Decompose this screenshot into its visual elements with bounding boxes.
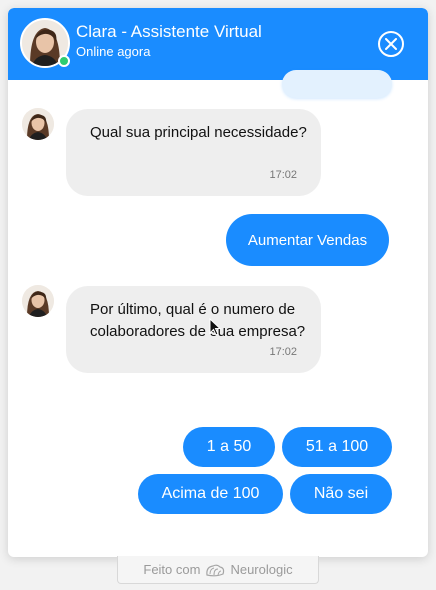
chat-window: Clara - Assistente Virtual Online agora … [8, 8, 428, 557]
neurologic-logo-icon [206, 564, 225, 576]
bot-message: Qual sua principal necessidade? 17:02 [66, 109, 321, 196]
assistant-status: Online agora [76, 44, 151, 59]
bot-message-avatar [22, 285, 54, 317]
message-timestamp: 17:02 [269, 169, 297, 181]
user-message-text: Aumentar Vendas [247, 231, 368, 249]
online-status-icon [58, 55, 70, 67]
assistant-name: Clara - Assistente Virtual [76, 22, 262, 41]
option-button-1-a-50[interactable]: 1 a 50 [183, 427, 275, 467]
bot-message-text: Por último, qual é o numero de colaborad… [90, 301, 306, 340]
close-chat-button[interactable] [378, 31, 404, 57]
option-button-acima-de-100[interactable]: Acima de 100 [138, 474, 283, 514]
bot-message: Por último, qual é o numero de colaborad… [66, 286, 321, 373]
footer-prefix: Feito com [143, 562, 201, 577]
close-icon [385, 38, 397, 50]
previous-user-message [282, 70, 392, 98]
option-button-nao-sei[interactable]: Não sei [290, 474, 392, 514]
mouse-cursor-icon [209, 318, 221, 336]
option-button-51-a-100[interactable]: 51 a 100 [282, 427, 392, 467]
footer-brand: Neurologic [230, 562, 293, 577]
message-timestamp: 17:02 [269, 346, 297, 358]
bot-message-avatar [22, 108, 54, 140]
bot-message-text: Qual sua principal necessidade? [90, 124, 307, 141]
powered-by-footer[interactable]: Feito com Neurologic [117, 556, 319, 584]
user-message: Aumentar Vendas [226, 214, 389, 266]
